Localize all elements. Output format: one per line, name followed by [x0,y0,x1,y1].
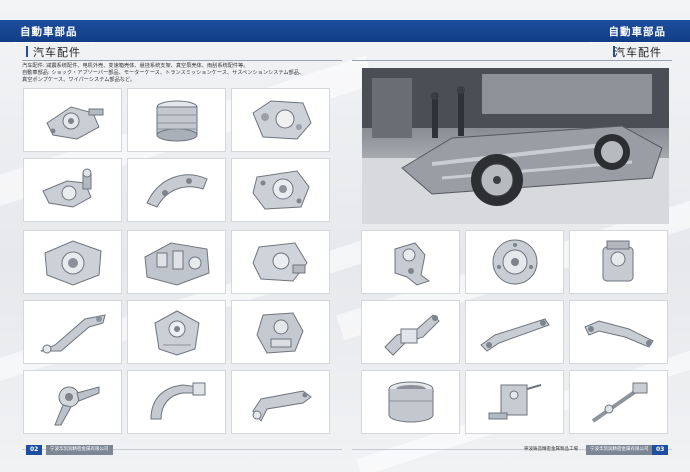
product-tile [23,88,122,152]
product-tile [23,300,122,364]
lever-bracket-icon [251,390,312,422]
right-page-number: 03 [652,445,669,455]
product-tile [231,158,330,222]
curved-bracket-icon [145,174,208,208]
product-tile [361,230,460,294]
car-chassis-icon [362,68,669,224]
product-tile [127,300,226,364]
header-underline [14,42,94,43]
product-tile [23,230,122,294]
elbow-housing-icon [394,242,430,286]
pump-housing-icon [45,106,103,140]
right-footer-company: 宁波华凯润精密金属有限公司 [586,445,653,455]
product-tile [569,300,668,364]
hinge-bracket-icon [488,384,541,420]
cylindrical-housing-icon [156,100,197,142]
subtitle-marker [26,46,28,57]
motor-housing-icon [602,240,633,282]
right-subtitle: 汽车配件 [614,46,662,59]
steering-knuckle-icon [53,386,99,426]
engine-cover-icon [251,100,312,140]
motor-end-cover-icon [251,242,308,282]
support-arm-icon [583,320,654,348]
transmission-housing-icon [143,242,210,286]
long-bracket-icon [479,318,550,352]
brochure-spread: 自動車部品 自動車部品 汽车配件 汽车配件 汽车配件: 减震系统配件、电机外壳、… [0,0,690,472]
left-page-number: 02 [26,445,43,455]
product-tile [127,88,226,152]
engine-mount-icon [383,314,440,356]
car-chassis-photo [362,68,669,224]
header-underline [590,42,672,43]
description-line: 真空ポンプケース、ワイパーシステム部品など。 [22,77,136,83]
product-tile [127,370,226,434]
water-pump-housing-icon [41,168,92,208]
product-tile [127,158,226,222]
product-tile [23,158,122,222]
product-tile [361,300,460,364]
product-tile [231,230,330,294]
product-tile [127,230,226,294]
description-line: 汽车配件: 减震系统配件、电机外壳、变速箱壳体、悬挂系统支架、真空泵壳体、雨刮系… [22,63,249,69]
product-tile [23,370,122,434]
product-tile [231,88,330,152]
left-header-title: 自動車部品 [20,26,78,38]
left-footer-company: 宁波华凯润精密金属有限公司 [46,445,113,455]
subtitle-marker [613,46,615,57]
product-tile [361,370,460,434]
product-tile [231,300,330,364]
product-tile [231,370,330,434]
left-subtitle: 汽车配件 [33,46,81,59]
suspension-arm-icon [40,314,106,354]
header-bar [0,20,690,42]
oil-pump-cover-icon [251,170,310,210]
gearbox-cover-icon [43,240,102,286]
product-tile [569,370,668,434]
subtitle-rule [22,60,342,61]
round-flange-icon [492,239,537,285]
description-line: 自動車部品: ショック・アブソーバー部品、モーターケース、トランスミッションケー… [22,70,305,76]
description-block: 汽车配件: 减震系统配件、电机外壳、变速箱壳体、悬挂系统支架、真空泵壳体、雨刮系… [22,63,342,84]
mounting-bracket-icon [153,310,200,356]
shaft-lever-icon [591,382,647,423]
product-tile [465,300,564,364]
ring-cylinder-icon [388,381,433,423]
subtitle-rule [352,60,672,61]
product-tile [465,230,564,294]
product-tile [569,230,668,294]
product-tile [465,370,564,434]
knuckle-housing-icon [255,312,304,354]
right-header-title: 自動車部品 [608,26,666,38]
right-footer-text: 寧波鋳造精密金属製品工場 [524,447,578,452]
shift-fork-icon [149,382,205,420]
